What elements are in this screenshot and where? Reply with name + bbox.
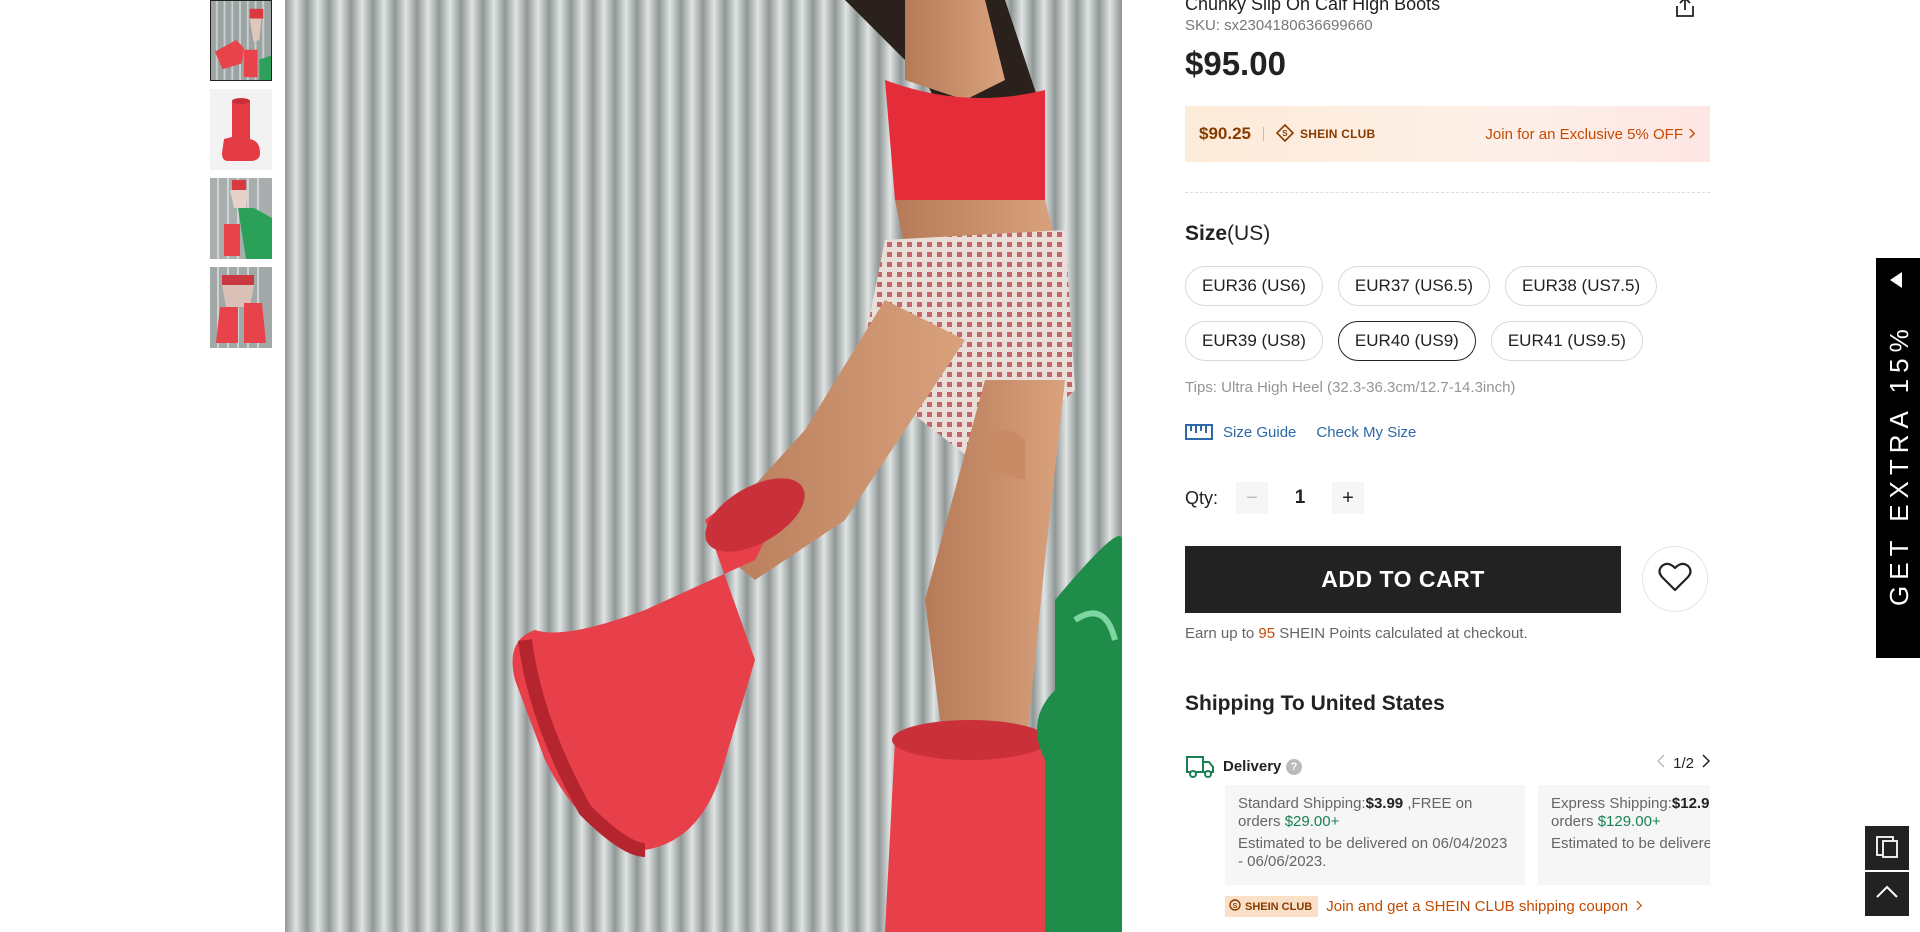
size-options: EUR36 (US6) EUR37 (US6.5) EUR38 (US7.5) EUR… bbox=[1185, 266, 1710, 361]
size-label: Size bbox=[1185, 222, 1228, 245]
club-coupon-text: Join and get a SHEIN CLUB shipping coupo… bbox=[1326, 898, 1629, 915]
help-icon[interactable]: ? bbox=[1286, 759, 1302, 775]
chevron-left-icon[interactable] bbox=[1657, 754, 1665, 772]
club-coupon-link[interactable]: S SHEIN CLUB Join and get a SHEIN CLUB s… bbox=[1225, 896, 1643, 917]
size-unit: (US) bbox=[1227, 222, 1271, 245]
main-product-image[interactable] bbox=[285, 0, 1122, 932]
size-option[interactable]: EUR36 (US6) bbox=[1185, 266, 1323, 306]
size-title: Size(US) bbox=[1185, 222, 1270, 246]
check-my-size-link[interactable]: Check My Size bbox=[1316, 424, 1416, 441]
thumbnail-4[interactable] bbox=[210, 267, 272, 348]
points-info: Earn up to 95 SHEIN Points calculated at… bbox=[1185, 625, 1528, 642]
shein-club-banner[interactable]: $90.25 S SHEIN CLUB Join for an Exclusiv… bbox=[1185, 106, 1710, 162]
quantity-decrease-button[interactable]: − bbox=[1236, 482, 1269, 514]
heart-icon bbox=[1658, 562, 1692, 597]
thumbnail-2[interactable] bbox=[210, 89, 272, 170]
svg-text:S: S bbox=[1282, 129, 1288, 138]
back-to-top-button[interactable] bbox=[1865, 872, 1909, 916]
product-title: Chunky Slip On Calf High Boots bbox=[1185, 0, 1441, 14]
size-option[interactable]: EUR38 (US7.5) bbox=[1505, 266, 1658, 306]
club-icon: S bbox=[1275, 123, 1295, 145]
compare-icon bbox=[1874, 833, 1900, 864]
shipping-option-standard: Standard Shipping:$3.99 ,FREE on orders … bbox=[1225, 785, 1525, 885]
shipping-option-express: Express Shipping:$12.9 orders $129.00+ E… bbox=[1538, 785, 1710, 885]
shipping-amount: $3.99 bbox=[1365, 795, 1404, 812]
quantity-input[interactable]: 1 bbox=[1268, 482, 1332, 514]
divider bbox=[1263, 127, 1264, 141]
wishlist-button[interactable] bbox=[1642, 546, 1708, 612]
quantity-label: Qty: bbox=[1185, 487, 1219, 508]
add-to-cart-button[interactable]: ADD TO CART bbox=[1185, 546, 1621, 613]
shipping-options: Standard Shipping:$3.99 ,FREE on orders … bbox=[1225, 785, 1710, 885]
club-label: SHEIN CLUB bbox=[1300, 127, 1376, 141]
club-badge: S SHEIN CLUB bbox=[1225, 896, 1319, 917]
extra-discount-promo[interactable]: GET EXTRA 15% bbox=[1876, 258, 1920, 658]
shipping-free-text: orders bbox=[1551, 813, 1598, 830]
size-option[interactable]: EUR40 (US9) bbox=[1337, 321, 1476, 361]
thumbnail-3[interactable] bbox=[210, 178, 272, 259]
shipping-title: Shipping To United States bbox=[1185, 692, 1445, 715]
points-prefix: Earn up to bbox=[1185, 625, 1259, 642]
share-icon[interactable] bbox=[1674, 0, 1696, 18]
points-value: 95 bbox=[1258, 625, 1276, 642]
club-join-text: Join for an Exclusive 5% OFF bbox=[1485, 125, 1683, 143]
club-logo: S SHEIN CLUB bbox=[1275, 123, 1376, 145]
product-sku: SKU: sx2304180636699660 bbox=[1185, 17, 1373, 34]
size-guide-row: Size Guide Check My Size bbox=[1185, 423, 1416, 441]
compare-button[interactable] bbox=[1865, 826, 1909, 870]
quantity-increase-button[interactable]: + bbox=[1332, 482, 1365, 514]
size-tip: Tips: Ultra High Heel (32.3-36.3cm/12.7-… bbox=[1185, 379, 1516, 396]
back-to-top-icon bbox=[1874, 879, 1900, 910]
club-icon: S bbox=[1229, 899, 1241, 914]
product-price: $95.00 bbox=[1185, 45, 1286, 82]
promo-text: GET EXTRA 15% bbox=[1884, 323, 1914, 606]
club-badge-label: SHEIN CLUB bbox=[1245, 900, 1313, 913]
size-option[interactable]: EUR37 (US6.5) bbox=[1337, 266, 1491, 306]
delivery-header: Delivery ? 1/2 bbox=[1185, 752, 1711, 782]
delivery-label: Delivery bbox=[1223, 758, 1282, 775]
size-option[interactable]: EUR39 (US8) bbox=[1185, 321, 1323, 361]
thumbnail-1[interactable] bbox=[210, 0, 272, 81]
truck-icon bbox=[1185, 752, 1215, 780]
size-option[interactable]: EUR41 (US9.5) bbox=[1490, 321, 1643, 361]
shipping-threshold: $29.00+ bbox=[1284, 813, 1340, 830]
chevron-right-icon bbox=[1636, 898, 1643, 915]
svg-text:S: S bbox=[1233, 903, 1238, 910]
size-guide-link[interactable]: Size Guide bbox=[1223, 424, 1296, 441]
quantity-stepper: Qty: − 1 + bbox=[1185, 482, 1365, 514]
club-price: $90.25 bbox=[1199, 124, 1251, 143]
pager-text: 1/2 bbox=[1673, 754, 1694, 772]
shipping-estimate: Estimated to be delivered on 06/04/2023 … bbox=[1238, 835, 1508, 870]
chevron-right-icon[interactable] bbox=[1702, 754, 1711, 772]
divider bbox=[1185, 192, 1710, 193]
shipping-amount: $12.9 bbox=[1671, 795, 1710, 812]
title-row: Chunky Slip On Calf High Boots bbox=[1185, 0, 1710, 17]
thumbnail-strip bbox=[210, 0, 272, 356]
shipping-pager: 1/2 bbox=[1657, 754, 1711, 772]
shipping-label: Standard Shipping: bbox=[1238, 795, 1366, 812]
points-suffix: SHEIN Points calculated at checkout. bbox=[1275, 625, 1528, 642]
shipping-estimate: Estimated to be delivere - 06/04/2023. bbox=[1551, 835, 1710, 852]
club-join-link[interactable]: Join for an Exclusive 5% OFF bbox=[1485, 126, 1696, 143]
shipping-label: Express Shipping: bbox=[1551, 795, 1672, 812]
chevron-right-icon bbox=[1689, 126, 1696, 143]
shipping-threshold: $129.00+ bbox=[1597, 813, 1661, 830]
ruler-icon bbox=[1185, 423, 1213, 441]
